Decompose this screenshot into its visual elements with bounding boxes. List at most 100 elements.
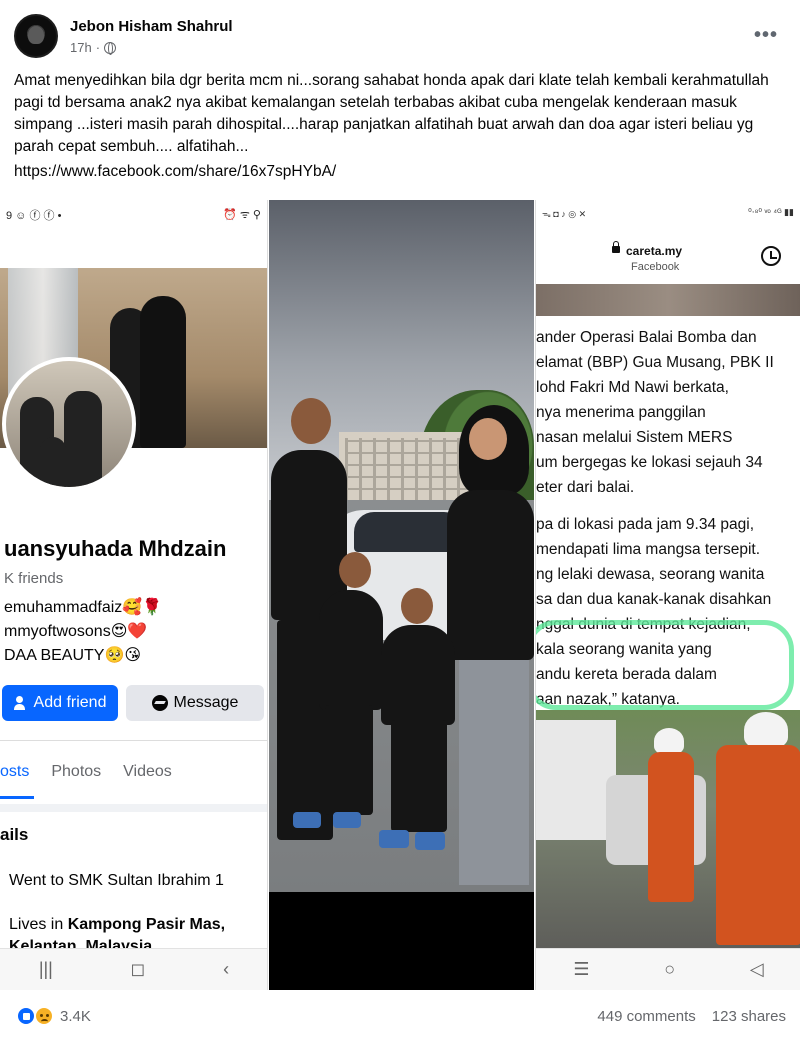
add-friend-label: Add friend <box>33 694 107 711</box>
post-link[interactable]: https://www.facebook.com/share/16x7spHYb… <box>14 163 336 181</box>
status-right: ⏰ ᯤ ⚲ <box>223 209 261 221</box>
pp-woman <box>64 391 102 487</box>
bio-line: mmyoftwosons😍❤️ <box>4 623 148 640</box>
child1-shoe-r <box>333 812 361 828</box>
white-truck <box>536 720 616 840</box>
tab-videos: Videos <box>123 763 172 780</box>
phone-status-bar: ᯓ ◘ ♪ ◎ ✕ ⁰⋅⁸⁰ ᵛᵒ ⁴ᴳ ▮▮ <box>536 200 800 230</box>
reaction-count: 3.4K <box>60 1007 91 1025</box>
android-nav-bar: ||| ◻ ‹ <box>0 948 267 990</box>
tab-posts: osts <box>0 763 30 780</box>
child1-head <box>339 552 371 588</box>
reactions-summary[interactable]: 3.4K <box>16 1006 91 1026</box>
message-label: Message <box>173 694 239 711</box>
article-top-image <box>536 284 800 316</box>
child2-head <box>401 588 433 624</box>
child2-figure <box>381 625 455 725</box>
detail-lives-in: Lives in Kampong Pasir Mas, <box>9 916 225 934</box>
author-avatar[interactable] <box>14 14 58 58</box>
browser-url-bar: careta.my Facebook <box>536 238 800 280</box>
lock-icon <box>612 241 620 253</box>
site-sub: Facebook <box>631 261 680 273</box>
status-right: ⁰⋅⁸⁰ ᵛᵒ ⁴ᴳ ▮▮ <box>748 207 794 217</box>
like-reaction-icon <box>16 1006 36 1026</box>
phone-status-bar: 9 ☺ ⓕ ⓕ • ⏰ ᯤ ⚲ <box>0 200 267 230</box>
firefighter-helmet <box>654 728 684 754</box>
post-header: Jebon Hisham Shahrul 17h · ••• <box>14 14 786 62</box>
details-title: ails <box>0 825 29 844</box>
section-separator <box>0 804 267 812</box>
article-line: mendapati lima mangsa tersepit. <box>536 541 761 558</box>
comments-count[interactable]: 449 comments <box>597 1008 695 1025</box>
post-image-collage[interactable]: 9 ☺ ⓕ ⓕ • ⏰ ᯤ ⚲ uansyuhada Mhdzain K fri… <box>0 200 800 990</box>
article-line: pa di lokasi pada jam 9.34 pagi, <box>536 516 755 533</box>
meta-dot: · <box>95 40 101 55</box>
friends-count: K friends <box>4 570 64 587</box>
photo-letterbox <box>269 892 534 990</box>
man-figure <box>140 296 186 448</box>
article-line: lohd Fakri Md Nawi berkata, <box>536 379 729 396</box>
news-screenshot: ᯓ ◘ ♪ ◎ ✕ ⁰⋅⁸⁰ ᵛᵒ ⁴ᴳ ▮▮ careta.my Facebo… <box>535 200 800 990</box>
firefighter-1 <box>648 752 694 902</box>
post-text: Amat menyedihkan bila dgr berita mcm ni.… <box>14 72 769 155</box>
add-person-icon <box>13 696 28 710</box>
home-icon: ◻ <box>130 959 146 979</box>
mother-jeans <box>459 660 529 885</box>
profile-screenshot: 9 ☺ ⓕ ⓕ • ⏰ ᯤ ⚲ uansyuhada Mhdzain K fri… <box>0 200 268 990</box>
recent-apps-icon: ||| <box>38 959 53 979</box>
more-options-icon[interactable]: ••• <box>754 24 778 47</box>
message-button: Message <box>126 685 264 721</box>
status-left: ᯓ ◘ ♪ ◎ ✕ <box>542 209 587 219</box>
globe-icon <box>104 41 117 55</box>
messenger-icon <box>151 695 168 711</box>
family-photo <box>269 200 534 990</box>
home-icon: ○ <box>664 959 676 979</box>
firefighter-helmet <box>744 712 788 748</box>
child2-shoe-r <box>415 832 445 850</box>
child1-legs <box>325 705 373 815</box>
father-head <box>291 398 331 444</box>
back-icon: ‹ <box>223 959 230 979</box>
android-nav-bar: ☰ ○ ◁ <box>536 948 800 990</box>
article-line: um bergegas ke lokasi sejauh 34 <box>536 454 763 471</box>
bio-line: emuhammadfaiz🥰🌹 <box>4 599 163 616</box>
article-line: nya menerima panggilan <box>536 404 706 421</box>
site-url: careta.my <box>626 244 683 258</box>
engagement-counts: 449 comments 123 shares <box>597 1008 786 1025</box>
status-left: 9 ☺ ⓕ ⓕ • <box>6 210 62 222</box>
history-icon <box>761 246 781 266</box>
firefighter-2 <box>716 745 800 945</box>
pp-child <box>40 437 66 487</box>
child2-legs <box>391 720 447 832</box>
shares-count[interactable]: 123 shares <box>712 1008 786 1025</box>
profile-picture <box>2 357 136 491</box>
bio-line: DAA BEAUTY🥺😘 <box>4 647 142 664</box>
article-line: elamat (BBP) Gua Musang, PBK II <box>536 354 774 371</box>
post-footer: 3.4K 449 comments 123 shares <box>0 996 800 1037</box>
recent-apps-icon: ☰ <box>573 959 590 979</box>
profile-tabs: osts Photos Videos <box>0 763 172 781</box>
article-line: ng lelaki dewasa, seorang wanita <box>536 566 765 583</box>
child2-shoe-l <box>379 830 409 848</box>
post-meta: 17h · <box>70 40 117 55</box>
detail-school: Went to SMK Sultan Ibrahim 1 <box>9 872 224 890</box>
article-line: sa dan dua kanak-kanak disahkan <box>536 591 772 608</box>
green-highlight-circle <box>536 620 794 710</box>
back-icon: ◁ <box>749 959 764 979</box>
active-tab-indicator <box>0 796 34 799</box>
mother-figure <box>447 490 534 660</box>
detail-lives-prefix: Lives in <box>9 916 68 933</box>
divider <box>0 740 267 741</box>
sad-reaction-icon <box>34 1006 54 1026</box>
author-name[interactable]: Jebon Hisham Shahrul <box>70 18 233 35</box>
profile-bio: emuhammadfaiz🥰🌹 mmyoftwosons😍❤️ DAA BEAU… <box>4 596 162 668</box>
detail-school-text: Went to SMK Sultan Ibrahim 1 <box>9 872 224 889</box>
profile-name: uansyuhada Mhdzain <box>4 536 227 561</box>
detail-lives-place: Kampong Pasir Mas, <box>67 916 226 933</box>
add-friend-button: Add friend <box>2 685 118 721</box>
mother-face <box>469 418 507 460</box>
article-line: eter dari balai. <box>536 479 635 496</box>
article-line: nasan melalui Sistem MERS <box>536 429 733 446</box>
post-time[interactable]: 17h <box>70 40 92 55</box>
